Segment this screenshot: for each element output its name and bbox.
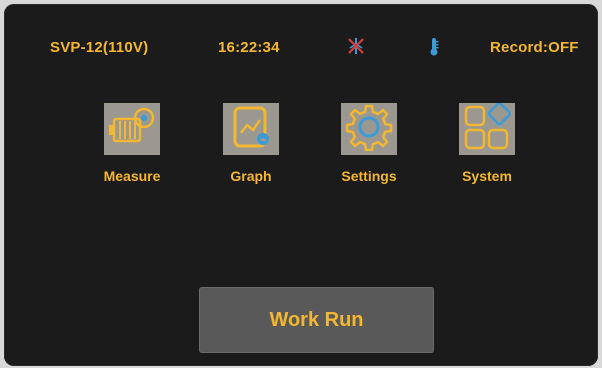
menu-settings[interactable]: Settings (327, 103, 411, 184)
menu-graph[interactable]: Graph (209, 103, 293, 184)
menu-system-label: System (462, 168, 512, 184)
graph-icon (229, 105, 273, 154)
gear-icon (345, 103, 393, 156)
no-signal-icon (346, 36, 368, 61)
system-tile[interactable] (459, 101, 515, 156)
work-run-label: Work Run (269, 308, 364, 331)
device-model-label: SVP-12(110V) (50, 39, 149, 56)
menu-settings-label: Settings (341, 168, 397, 184)
system-grid-icon (463, 101, 512, 156)
thermometer-icon (429, 37, 439, 62)
settings-tile[interactable] (341, 103, 397, 155)
menu-graph-label: Graph (230, 168, 272, 184)
menu-measure-label: Measure (103, 168, 161, 184)
menu-measure[interactable]: Measure (90, 103, 174, 184)
motor-icon (108, 105, 156, 154)
record-status: Record:OFF (490, 39, 579, 56)
measure-tile[interactable] (104, 103, 160, 155)
graph-tile[interactable] (223, 103, 279, 155)
device-screen: SVP-12(110V) 16:22:34 Record:OFF Measure… (4, 4, 598, 366)
clock-time: 16:22:34 (218, 39, 280, 56)
menu-system[interactable]: System (445, 101, 529, 184)
work-run-button[interactable]: Work Run (199, 287, 434, 353)
